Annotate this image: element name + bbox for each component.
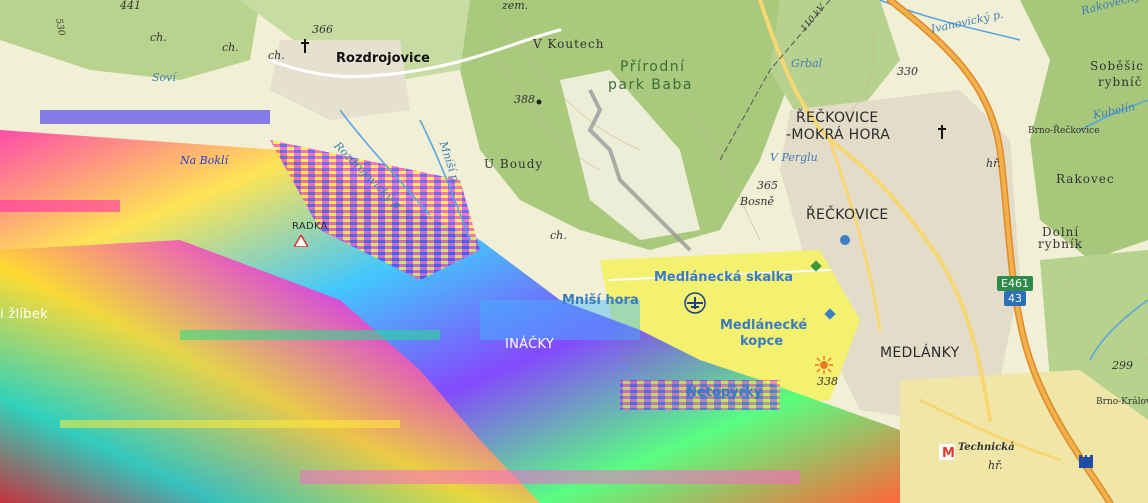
place-label-rakovec[interactable]: Rakovec [1056, 173, 1115, 185]
castle-icon [1078, 453, 1094, 472]
poi-label-medlanecke-kopce-line1[interactable]: Medlánecké [720, 319, 807, 332]
place-label-na-bokli[interactable]: Na Boklí [180, 155, 228, 166]
poi-label-mnisi-hora[interactable]: Mniší hora [562, 294, 639, 307]
elevation-label: 338 [817, 375, 838, 388]
poi-label-medlanecka-skalka[interactable]: Medlánecká skalka [654, 271, 793, 284]
label-hr: hř. [986, 157, 1001, 170]
svg-text:M: M [942, 446, 955, 460]
station-label-brno-reckovice[interactable]: Brno-Řečkovice [1028, 127, 1100, 136]
district-label-reckovice[interactable]: ŘEČKOVICE [806, 208, 889, 222]
metro-icon: M [939, 444, 955, 464]
poi-label-medlanecke-kopce-line2[interactable]: kopce [740, 335, 783, 348]
label-ch: ch. [550, 229, 567, 242]
church-icon [300, 38, 310, 57]
district-label-medlanky[interactable]: MEDLÁNKY [880, 346, 960, 360]
place-label-grbal[interactable]: Grbal [791, 58, 822, 69]
elevation-label: 441 [120, 0, 141, 12]
place-label-zlibek[interactable]: i žlíbek [0, 308, 48, 321]
label-ch: ch. [150, 31, 167, 44]
label-ch: ch. [268, 49, 285, 62]
label-ch: ch. [222, 41, 239, 54]
label-number: 530 [53, 17, 66, 37]
airport-icon [684, 292, 706, 318]
map-viewport[interactable]: M E461 43 Rozdrojovice V Koutech Přírodn… [0, 0, 1148, 503]
label-hr: hř. [988, 459, 1003, 472]
place-label-bosne[interactable]: Bosně [740, 196, 774, 207]
district-label-reckovice-mokra-line2[interactable]: -MOKRÁ HORA [786, 128, 890, 142]
summit-icon [536, 90, 542, 109]
place-label-zem[interactable]: zem. [502, 0, 528, 11]
place-label-sovi[interactable]: Soví [152, 72, 176, 83]
place-label-jinacky[interactable]: INÁČKY [505, 338, 554, 351]
poi-blue-diamond [840, 235, 850, 245]
road-shield-e461: E461 [997, 276, 1033, 291]
elevation-label: 365 [757, 179, 778, 192]
place-label-sobesice-line1[interactable]: Soběšic [1090, 60, 1144, 72]
place-label-v-perglu[interactable]: V Perglu [770, 152, 818, 163]
place-label-technicka[interactable]: Technická [958, 443, 1015, 453]
place-label-dolni-rybnik-line2[interactable]: rybník [1038, 238, 1083, 250]
place-label-v-koutech[interactable]: V Koutech [533, 38, 604, 50]
warning-icon [292, 232, 310, 251]
place-label-u-boudy[interactable]: U Boudy [484, 158, 543, 170]
place-label-sobesice-line2[interactable]: rybníč [1098, 76, 1142, 88]
church-icon [937, 124, 947, 143]
nature-park-label-line2[interactable]: park Baba [608, 78, 693, 92]
nature-park-label-line1[interactable]: Přírodní [620, 60, 686, 74]
elevation-label: 299 [1112, 359, 1133, 372]
place-label-bradka[interactable]: RADKA [292, 222, 328, 232]
station-label-brno-kralovo[interactable]: Brno-Králov [1096, 398, 1148, 407]
place-label-rozdrojovice[interactable]: Rozdrojovice [336, 52, 430, 65]
elevation-label: 330 [897, 65, 918, 78]
road-shield-43: 43 [1004, 291, 1026, 306]
elevation-label: 388 [514, 93, 535, 106]
district-label-reckovice-mokra-line1[interactable]: ŘEČKOVICE [796, 111, 879, 125]
elevation-label: 366 [312, 23, 333, 36]
poi-label-netopyrky[interactable]: Netopýrky [686, 386, 762, 399]
